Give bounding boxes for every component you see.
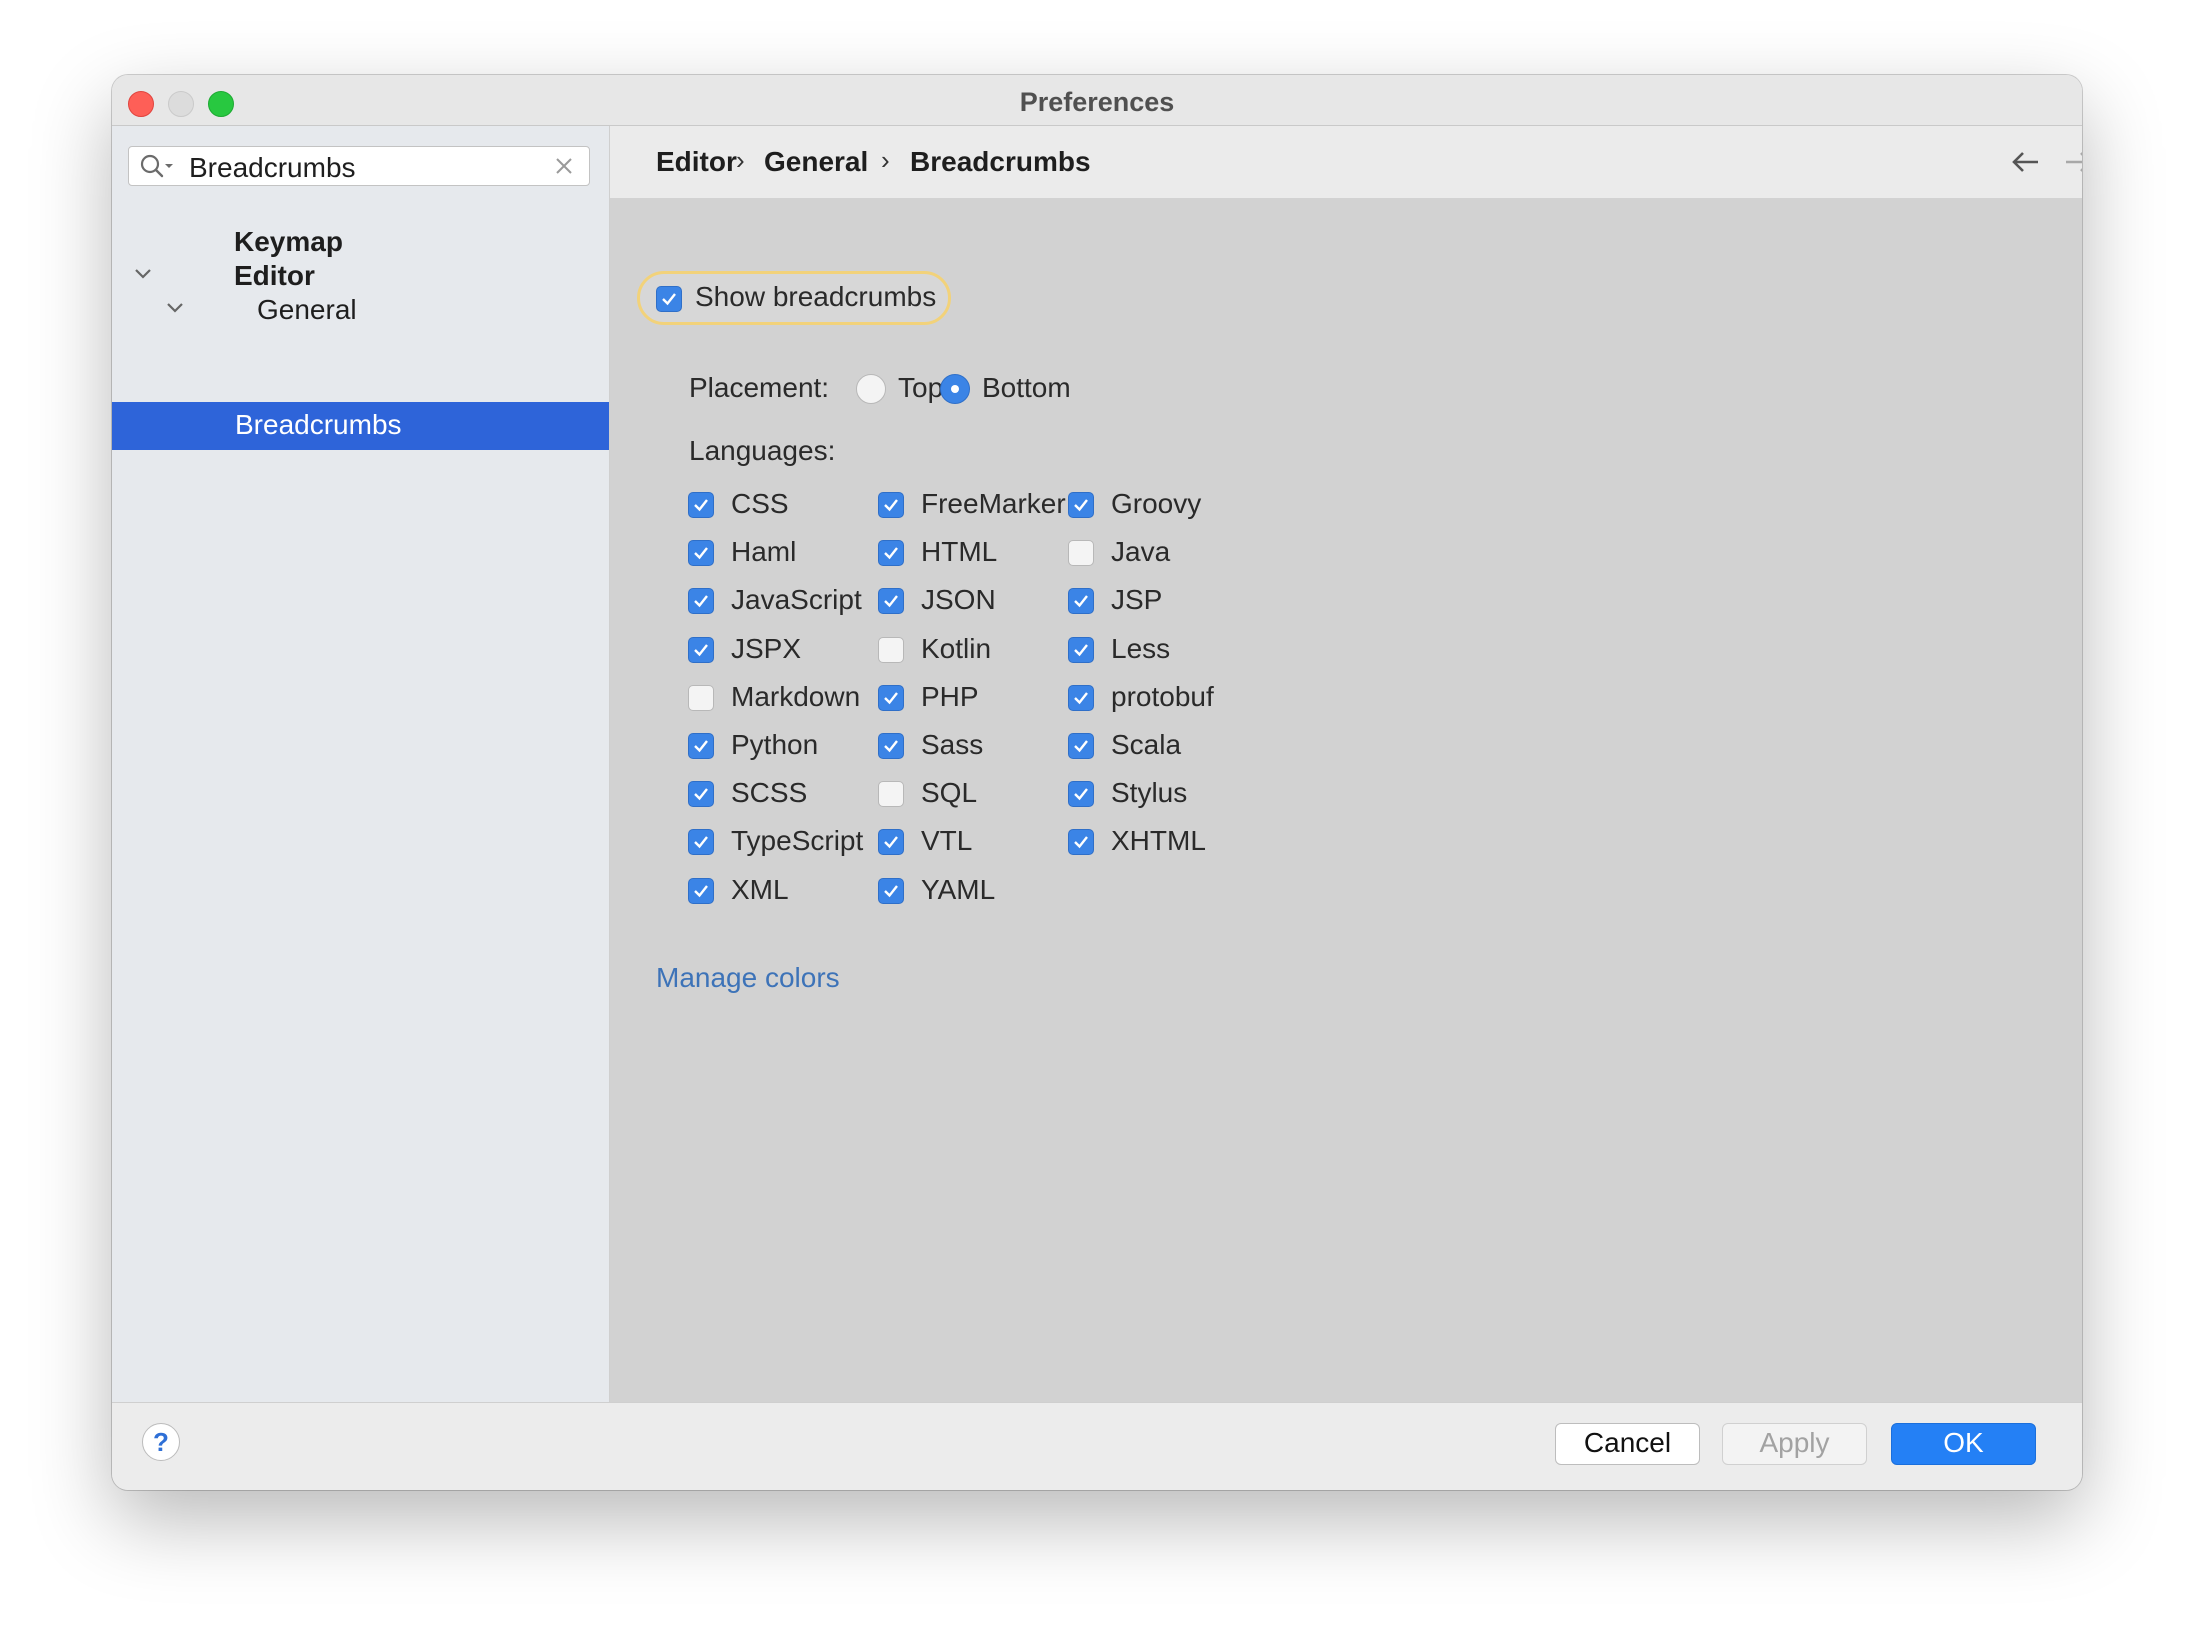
sidebar-item-keymap[interactable]: Keymap — [234, 226, 343, 258]
sidebar-item-editor[interactable]: Editor — [234, 260, 315, 292]
language-label: Less — [1111, 632, 1171, 664]
settings-content: Editor › General › Breadcrumbs Show brea… — [610, 126, 2082, 1402]
checkbox-checked-icon[interactable] — [878, 540, 904, 567]
checkbox-checked-icon[interactable] — [878, 588, 904, 615]
language-label: Kotlin — [921, 632, 992, 664]
apply-button[interactable]: Apply — [1722, 1423, 1867, 1465]
language-label: Stylus — [1111, 777, 1188, 809]
checkbox-checked-icon — [656, 286, 682, 312]
checkbox-checked-icon[interactable] — [1068, 636, 1094, 663]
language-label: SCSS — [731, 777, 808, 809]
search-input[interactable]: Breadcrumbs — [128, 146, 590, 186]
checkbox-checked-icon[interactable] — [688, 588, 714, 615]
language-label: Haml — [731, 536, 797, 568]
checkbox-checked-icon[interactable] — [878, 829, 904, 856]
language-label: CSS — [731, 488, 789, 519]
window-title: Preferences — [1019, 87, 1175, 117]
checkbox-checked-icon[interactable] — [1068, 492, 1094, 518]
checkbox-checked-icon[interactable] — [1068, 684, 1094, 711]
search-value: Breadcrumbs — [189, 152, 356, 183]
search-icon — [139, 153, 175, 186]
language-label: Markdown — [731, 680, 861, 712]
language-label: Sass — [921, 729, 984, 760]
language-label: XML — [731, 873, 789, 905]
sidebar-item-label: Breadcrumbs — [235, 409, 402, 440]
checkbox-unchecked-icon[interactable] — [878, 636, 904, 663]
language-label: Groovy — [1111, 488, 1202, 519]
checkbox-checked-icon[interactable] — [688, 877, 714, 904]
show-breadcrumbs-label: Show breadcrumbs — [695, 281, 937, 312]
checkbox-checked-icon[interactable] — [688, 492, 714, 518]
placement-bottom-label[interactable]: Bottom — [982, 372, 1071, 404]
breadcrumb-breadcrumbs: Breadcrumbs — [910, 146, 1091, 177]
checkbox-checked-icon[interactable] — [688, 781, 714, 808]
checkbox-unchecked-icon[interactable] — [1068, 540, 1094, 567]
breadcrumb-editor[interactable]: Editor — [656, 146, 737, 178]
checkbox-checked-icon[interactable] — [878, 684, 904, 711]
placement-top-radio[interactable] — [856, 374, 886, 404]
language-label: Python — [731, 729, 819, 760]
title-bar: Preferences — [112, 75, 2082, 126]
language-label: SQL — [921, 777, 978, 809]
back-arrow-icon[interactable] — [2010, 148, 2042, 181]
placement-label: Placement: — [689, 372, 830, 403]
preferences-window: Preferences Breadcrumbs Keymap Editor Ge… — [112, 75, 2082, 1490]
chevron-right-icon: › — [736, 145, 745, 175]
checkbox-checked-icon[interactable] — [688, 636, 714, 663]
language-label: JSON — [921, 584, 996, 616]
checkbox-checked-icon[interactable] — [688, 540, 714, 567]
checkbox-unchecked-icon[interactable] — [878, 781, 904, 808]
help-button[interactable]: ? — [142, 1423, 180, 1461]
clear-search-icon[interactable] — [553, 155, 575, 182]
checkbox-checked-icon[interactable] — [1068, 829, 1094, 856]
language-label: Scala — [1111, 729, 1182, 760]
checkbox-unchecked-icon[interactable] — [688, 684, 714, 711]
language-label: HTML — [921, 536, 998, 568]
settings-sidebar: Breadcrumbs Keymap Editor General Breadc… — [112, 126, 610, 1402]
checkbox-checked-icon[interactable] — [688, 829, 714, 856]
checkbox-checked-icon[interactable] — [1068, 588, 1094, 615]
language-label: Java — [1111, 536, 1171, 568]
checkbox-checked-icon[interactable] — [1068, 733, 1094, 759]
forward-arrow-icon[interactable] — [2062, 148, 2082, 181]
manage-colors-link[interactable]: Manage colors — [656, 962, 840, 994]
chevron-down-icon[interactable] — [165, 301, 185, 320]
breadcrumb: Editor › General › Breadcrumbs — [610, 126, 2082, 198]
checkbox-checked-icon[interactable] — [878, 877, 904, 904]
ok-button[interactable]: OK — [1891, 1423, 2036, 1465]
language-label: YAML — [921, 873, 996, 905]
language-label: FreeMarker — [921, 488, 1066, 519]
language-label: XHTML — [1111, 825, 1206, 857]
chevron-right-icon: › — [881, 145, 890, 175]
placement-top-label[interactable]: Top — [898, 372, 943, 404]
checkbox-checked-icon[interactable] — [878, 733, 904, 759]
language-label: PHP — [921, 680, 979, 712]
language-label: JavaScript — [731, 584, 862, 616]
language-label: VTL — [921, 825, 973, 857]
language-label: TypeScript — [731, 825, 864, 857]
sidebar-item-general[interactable]: General — [257, 294, 357, 326]
languages-label: Languages: — [689, 435, 836, 466]
checkbox-checked-icon[interactable] — [688, 733, 714, 759]
cancel-button[interactable]: Cancel — [1555, 1423, 1700, 1465]
chevron-down-icon[interactable] — [133, 267, 153, 286]
breadcrumb-general[interactable]: General — [764, 146, 868, 178]
checkbox-checked-icon[interactable] — [878, 492, 904, 518]
language-label: protobuf — [1111, 680, 1214, 712]
language-label: JSP — [1111, 584, 1163, 616]
language-label: JSPX — [731, 632, 802, 664]
dialog-footer: ? Cancel Apply OK — [112, 1402, 2082, 1490]
sidebar-item-breadcrumbs[interactable]: Breadcrumbs — [112, 402, 609, 450]
checkbox-checked-icon[interactable] — [1068, 781, 1094, 808]
show-breadcrumbs-checkbox[interactable]: Show breadcrumbs — [637, 271, 951, 325]
placement-bottom-radio[interactable] — [940, 374, 970, 404]
